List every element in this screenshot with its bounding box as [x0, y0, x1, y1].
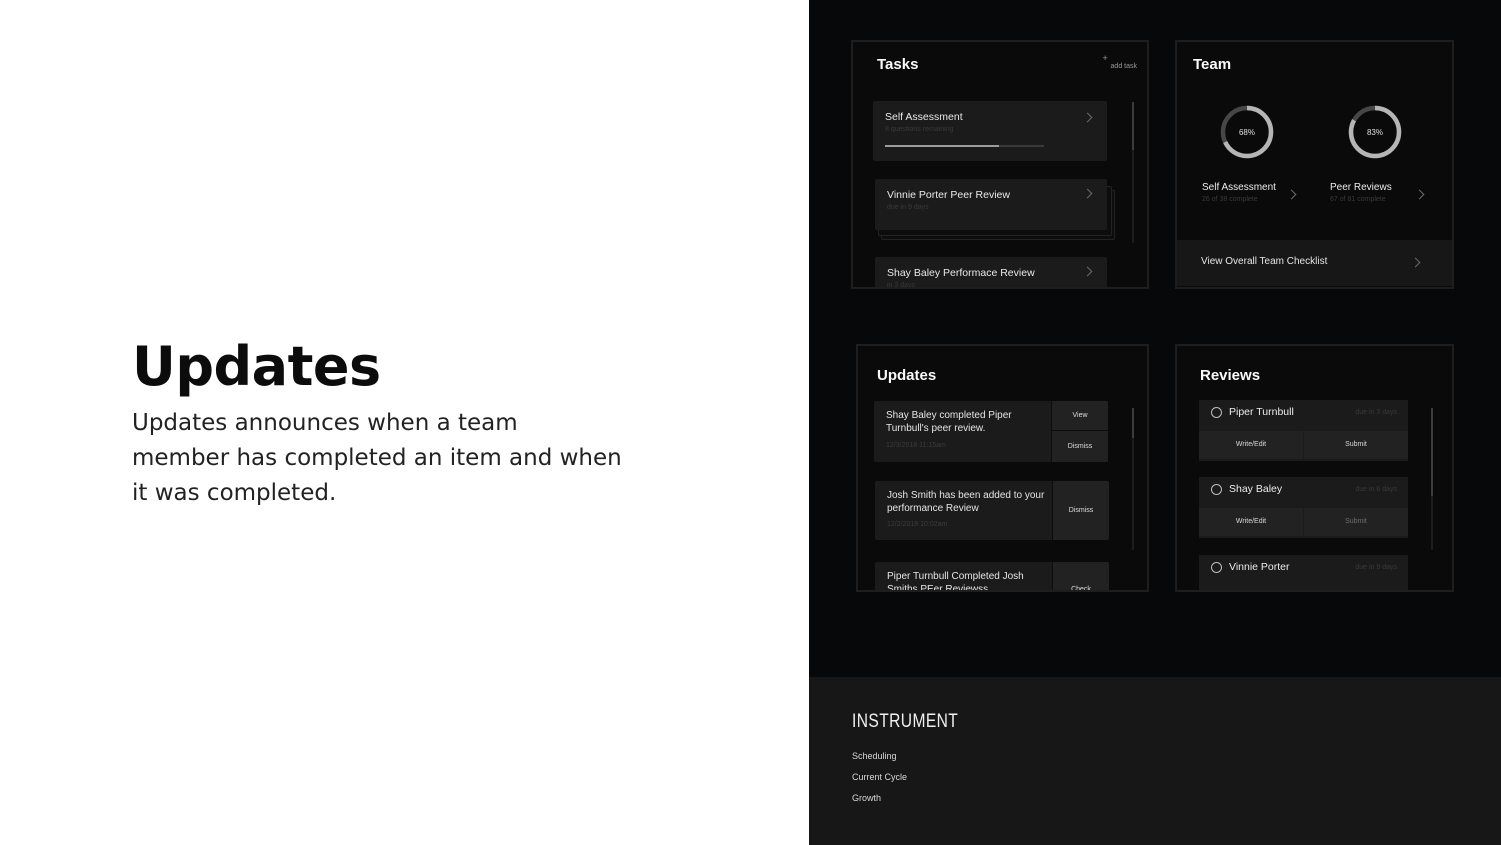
chevron-right-icon: [1082, 112, 1093, 123]
reviewer-avatar-icon: [1211, 562, 1222, 573]
footer: [809, 677, 1501, 845]
donut-percent-label: 68%: [1239, 128, 1255, 137]
intro-description: Updates announces when a team member has…: [132, 410, 622, 506]
intro-title: Updates: [132, 335, 381, 398]
update-text: Josh Smith has been added to your perfor…: [887, 490, 1045, 514]
task-title: Shay Baley Performace Review: [887, 267, 1035, 279]
task-progress-fill: [885, 145, 1000, 147]
team-stat-sub: 67 of 81 complete: [1330, 196, 1386, 203]
submit-button[interactable]: Submit: [1304, 508, 1408, 536]
footer-link-growth[interactable]: Growth: [852, 793, 881, 803]
team-stat-label: Peer Reviews: [1330, 182, 1392, 193]
review-item: Piper Turnbull due in 3 days Write/Edit …: [1199, 400, 1408, 461]
task-item[interactable]: Self Assessment 8 questions remaining: [873, 101, 1107, 161]
tasks-card: Tasks + add task Self Assessment 8 quest…: [851, 40, 1149, 289]
self-assessment-donut: 68%: [1220, 105, 1274, 159]
submit-button[interactable]: Submit: [1304, 431, 1408, 459]
donut-percent-label: 83%: [1367, 128, 1383, 137]
updates-card: Updates Shay Baley completed Piper Turnb…: [856, 344, 1149, 592]
update-item: Josh Smith has been added to your perfor…: [875, 481, 1109, 540]
update-item: Piper Turnbull Completed Josh Smiths PEe…: [875, 562, 1109, 592]
task-title: Vinnie Porter Peer Review: [887, 189, 1010, 201]
view-team-checklist-button[interactable]: View Overall Team Checklist: [1177, 240, 1452, 286]
reviewer-name: Vinnie Porter: [1229, 561, 1290, 573]
plus-icon: +: [1102, 53, 1108, 63]
task-item[interactable]: Vinnie Porter Peer Review due in 9 days: [875, 179, 1107, 230]
reviewer-avatar-icon: [1211, 484, 1222, 495]
brand-logo: INSTRUMENT: [852, 711, 959, 732]
task-progress-bar: [885, 145, 1044, 147]
reviews-scrollbar[interactable]: [1431, 408, 1433, 550]
task-title: Self Assessment: [885, 111, 963, 123]
task-item[interactable]: Shay Baley Performace Review in 3 days: [875, 257, 1107, 289]
updates-scrollbar[interactable]: [1132, 408, 1134, 550]
team-stat-sub: 26 of 38 complete: [1202, 196, 1258, 203]
updates-scrollbar-thumb[interactable]: [1132, 408, 1134, 438]
tasks-title: Tasks: [877, 56, 919, 73]
reviews-card: Reviews Piper Turnbull due in 3 days Wri…: [1175, 344, 1454, 592]
peer-reviews-donut: 83%: [1348, 105, 1402, 159]
chevron-right-icon: [1414, 189, 1425, 200]
chevron-right-icon: [1286, 189, 1297, 200]
write-edit-button[interactable]: Write/Edit: [1199, 508, 1303, 536]
view-button[interactable]: View: [1051, 401, 1108, 431]
footer-link-scheduling[interactable]: Scheduling: [852, 751, 897, 761]
checklist-label: View Overall Team Checklist: [1201, 256, 1328, 267]
reviewer-name: Piper Turnbull: [1229, 406, 1294, 418]
review-due: due in 6 days: [1355, 486, 1397, 493]
team-title: Team: [1193, 56, 1232, 73]
add-task-button[interactable]: + add task: [1103, 53, 1137, 73]
team-card: Team 68% 83% Self Assessment 26 of 38 co…: [1175, 40, 1454, 289]
tasks-scrollbar-thumb[interactable]: [1132, 102, 1134, 150]
reviews-scrollbar-thumb[interactable]: [1431, 408, 1433, 496]
review-due: due in 3 days: [1355, 409, 1397, 416]
review-item: Shay Baley due in 6 days Write/Edit Subm…: [1199, 477, 1408, 538]
reviewer-name: Shay Baley: [1229, 483, 1283, 495]
team-stat-label: Self Assessment: [1202, 182, 1276, 193]
chevron-right-icon: [1082, 188, 1093, 199]
chevron-right-icon: [1082, 266, 1093, 277]
updates-title: Updates: [877, 367, 937, 384]
review-due: due in 9 days: [1355, 564, 1397, 571]
task-subtitle: in 3 days: [887, 282, 916, 289]
dismiss-button[interactable]: Dismiss: [1051, 431, 1108, 462]
tasks-scrollbar[interactable]: [1132, 102, 1134, 243]
footer-link-current-cycle[interactable]: Current Cycle: [852, 772, 907, 782]
task-subtitle: due in 9 days: [887, 204, 929, 211]
chevron-right-icon: [1410, 257, 1421, 268]
update-text: Piper Turnbull Completed Josh Smiths PEe…: [887, 571, 1024, 592]
update-item: Shay Baley completed Piper Turnbull's pe…: [874, 401, 1108, 462]
add-task-label: add task: [1110, 63, 1137, 70]
check-button[interactable]: Check: [1052, 562, 1109, 590]
intro-section: Updates Updates announces when a team me…: [132, 336, 632, 511]
task-subtitle: 8 questions remaining: [885, 126, 954, 133]
update-timestamp: 12/3/2018 11:15am: [886, 442, 946, 449]
write-edit-button[interactable]: Write/Edit: [1199, 431, 1303, 459]
reviews-title: Reviews: [1200, 367, 1261, 384]
review-item: Vinnie Porter due in 9 days: [1199, 555, 1408, 590]
dismiss-button[interactable]: Dismiss: [1052, 481, 1109, 540]
update-timestamp: 12/2/2018 10:02am: [887, 521, 948, 528]
reviewer-avatar-icon: [1211, 407, 1222, 418]
update-text: Shay Baley completed Piper Turnbull's pe…: [886, 410, 1012, 434]
dashboard-preview: Tasks + add task Self Assessment 8 quest…: [809, 0, 1501, 845]
